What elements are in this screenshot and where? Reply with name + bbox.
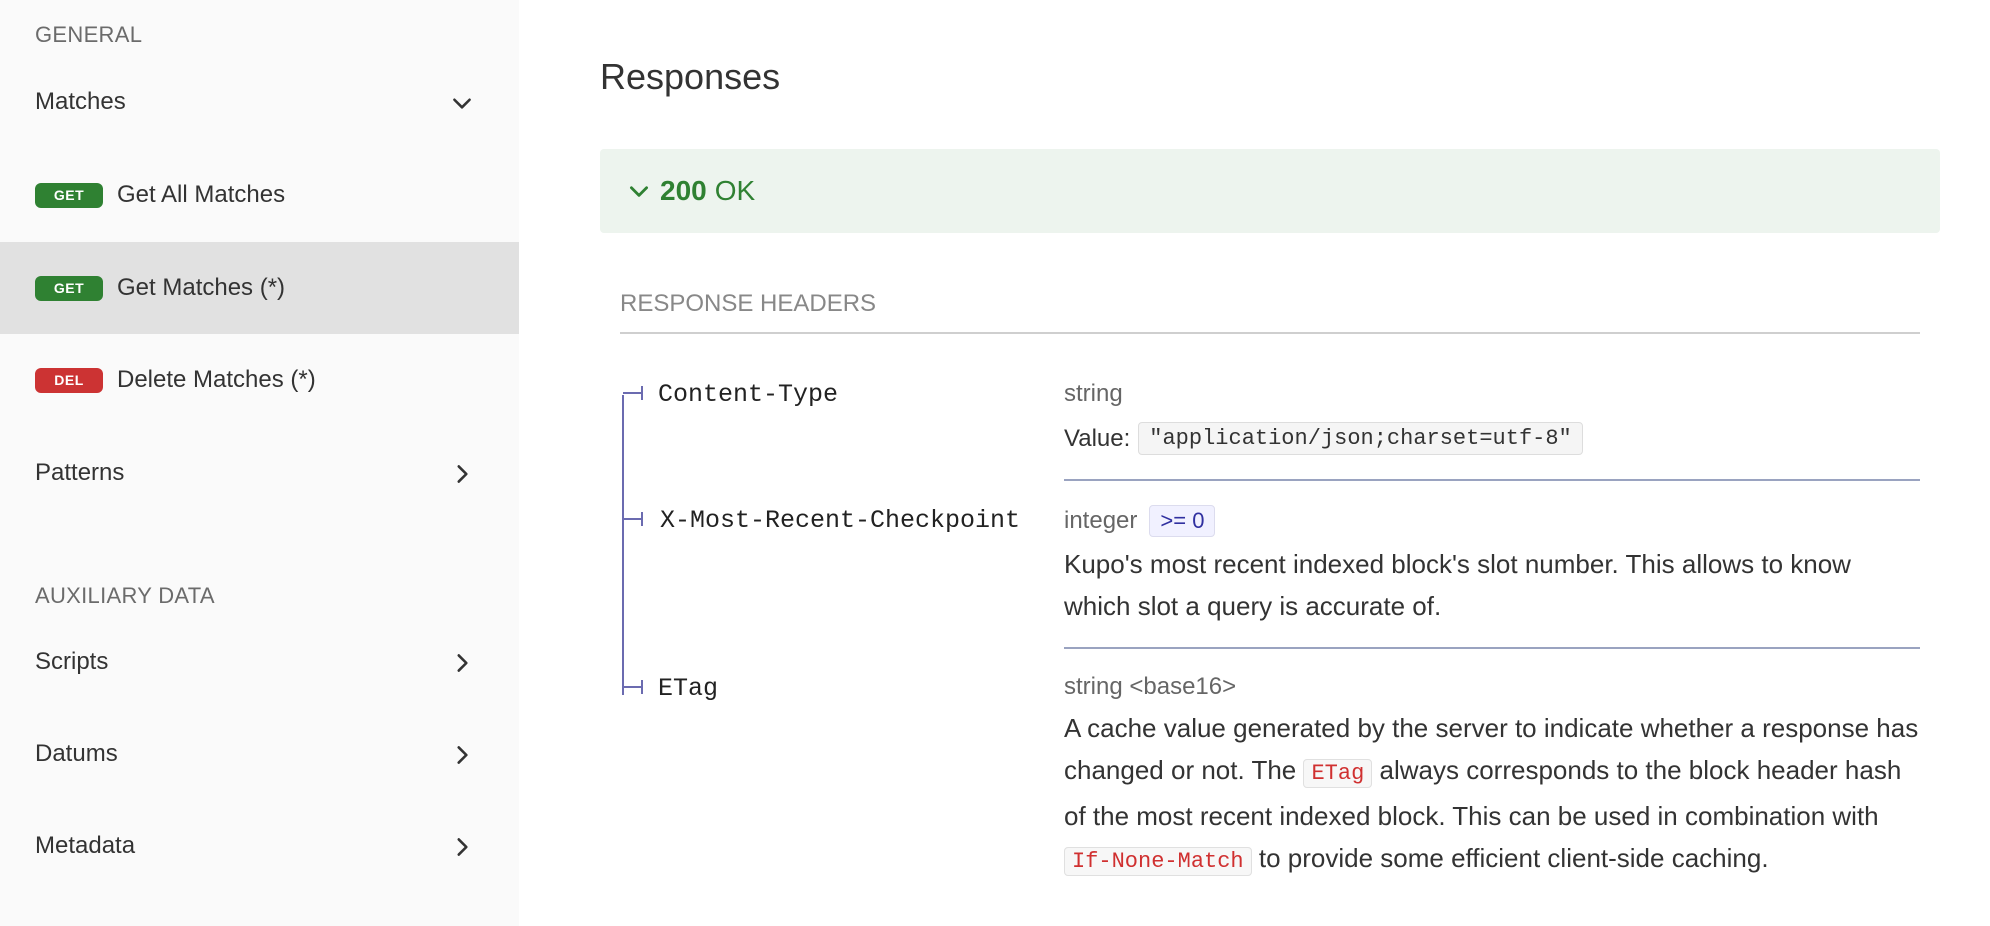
sidebar-item-scripts[interactable]: Scripts (0, 616, 519, 708)
sidebar-item-datums[interactable]: Datums (0, 708, 519, 800)
response-status-text: OK (714, 175, 756, 206)
sidebar-item-label: Get All Matches (117, 181, 286, 208)
tree-branch-icon (623, 386, 643, 400)
header-name-x-most-recent-checkpoint: X-Most-Recent-Checkpoint (660, 506, 1021, 535)
constraint-badge: >= 0 (1149, 505, 1216, 537)
header-type: string (1064, 380, 1123, 407)
chevron-right-icon (457, 654, 468, 672)
sidebar-item-label: Matches (35, 88, 126, 115)
chevron-right-icon (457, 838, 468, 856)
header-info-x-most-recent-checkpoint: integer >= 0 Kupo's most recent indexed … (1064, 505, 1920, 627)
response-200-toggle[interactable]: 200 OK (600, 149, 1940, 233)
sidebar-item-matches[interactable]: Matches (0, 56, 519, 148)
sidebar-item-label: Scripts (35, 648, 109, 675)
main-content: Responses 200 OK RESPONSE HEADERS Conten… (519, 0, 1990, 926)
chevron-right-icon (457, 465, 468, 483)
section-label-auxiliary-data: AUXILIARY DATA (35, 583, 215, 608)
del-method-badge: DEL (35, 367, 103, 393)
sidebar-item-patterns[interactable]: Patterns (0, 427, 519, 519)
tree-branch-icon (623, 680, 643, 694)
header-description: Kupo's most recent indexed block's slot … (1064, 549, 1851, 621)
sidebar-item-label: Metadata (35, 832, 136, 859)
get-method-badge: GET (35, 275, 103, 301)
sidebar: GENERAL Matches GET Get All Matches GET … (0, 0, 519, 926)
sidebar-item-label: Delete Matches (*) (117, 366, 316, 393)
header-name-content-type: Content-Type (658, 380, 839, 409)
get-method-badge: GET (35, 182, 103, 208)
section-label-general: GENERAL (35, 22, 143, 47)
sidebar-item-delete-matches[interactable]: DEL Delete Matches (*) (0, 334, 519, 426)
header-type: string <base16> (1064, 673, 1237, 700)
page-title: Responses (600, 56, 781, 97)
inline-code-if-none-match: If-None-Match (1064, 847, 1252, 876)
sidebar-item-get-matches[interactable]: GET Get Matches (*) (0, 242, 519, 334)
header-name-etag: ETag (658, 674, 719, 703)
divider (1064, 479, 1920, 481)
chevron-down-icon (453, 98, 471, 109)
sidebar-item-label: Datums (35, 740, 118, 767)
response-status-code: 200 (660, 175, 707, 206)
chevron-right-icon (457, 746, 468, 764)
header-type: integer (1064, 507, 1138, 534)
header-description: A cache value generated by the server to… (1064, 707, 1920, 883)
sidebar-item-label: Get Matches (*) (117, 274, 286, 301)
desc-text: to provide some efficient client-side ca… (1251, 843, 1769, 873)
value-label: Value: (1064, 424, 1131, 452)
sidebar-item-label: Patterns (35, 459, 125, 486)
tree-branch-icon (623, 512, 643, 526)
divider (1064, 647, 1920, 649)
sidebar-item-get-all-matches[interactable]: GET Get All Matches (0, 149, 519, 241)
tree-line (622, 395, 624, 695)
sidebar-item-metadata[interactable]: Metadata (0, 800, 519, 892)
header-value: "application/json;charset=utf-8" (1138, 422, 1583, 455)
header-info-content-type: string Value: "application/json;charset=… (1064, 380, 1920, 455)
header-info-etag: string <base16> A cache value generated … (1064, 673, 1920, 883)
response-headers-title: RESPONSE HEADERS (620, 290, 1920, 334)
inline-code-etag: ETag (1303, 759, 1373, 788)
chevron-down-icon (630, 186, 648, 197)
